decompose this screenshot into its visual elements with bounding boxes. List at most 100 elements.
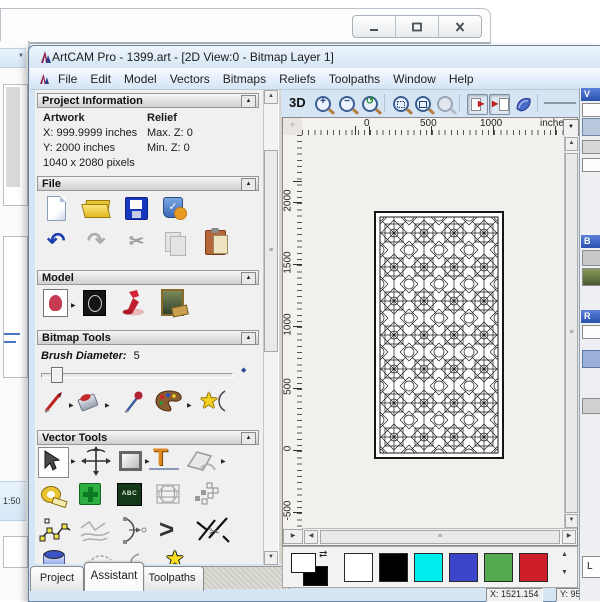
- canvas-scroll-left[interactable]: ◀: [304, 530, 318, 544]
- trim-vectors-icon[interactable]: ✂: [195, 514, 231, 549]
- canvas-scroll-up[interactable]: ▲: [565, 137, 578, 151]
- panel-scroll-down[interactable]: ▼: [264, 551, 278, 565]
- layer-icon[interactable]: [582, 118, 600, 136]
- zoom-selected-icon-disabled[interactable]: [437, 96, 453, 112]
- flyout-arrow-icon[interactable]: ▶: [145, 458, 150, 465]
- star-tool-icon[interactable]: ★: [165, 546, 185, 564]
- palette-icon[interactable]: [155, 390, 183, 412]
- tab-project[interactable]: Project: [30, 566, 84, 591]
- canvas-scroll-down[interactable]: ▼: [565, 514, 578, 528]
- palette-scroll-down-icon[interactable]: ▼: [561, 569, 568, 576]
- section-header-project-information[interactable]: Project Information ▲: [37, 93, 259, 108]
- collapse-icon[interactable]: ▲: [241, 432, 256, 445]
- canvas-hscroll-thumb[interactable]: ≡: [320, 530, 560, 544]
- relief-layer-thumb[interactable]: [582, 350, 600, 368]
- tab-toolpaths[interactable]: Toolpaths: [140, 566, 204, 591]
- swap-colours-icon[interactable]: ⇄: [319, 549, 327, 560]
- save-model-icon[interactable]: [125, 197, 148, 220]
- flood-fill-icon[interactable]: [77, 392, 99, 412]
- fill-vector-icon[interactable]: [43, 550, 65, 564]
- shell-tool-icon[interactable]: [515, 96, 533, 112]
- flyout-arrow-icon[interactable]: ▶: [69, 402, 74, 409]
- flyout-arrow-icon[interactable]: ▶: [187, 402, 192, 409]
- zoom-out-icon[interactable]: −: [339, 96, 355, 112]
- paint-tool-icon[interactable]: [43, 390, 67, 414]
- magic-wand-icon[interactable]: ★: [199, 388, 226, 414]
- transform-vectors-icon[interactable]: [81, 446, 111, 476]
- palette-colour-cyan[interactable]: [414, 553, 443, 582]
- envelope-distort-icon[interactable]: [185, 448, 217, 474]
- panel-scroll-up[interactable]: ▲: [264, 90, 278, 104]
- chevron-tool-icon[interactable]: >: [159, 514, 174, 545]
- flyout-arrow-icon[interactable]: ▶: [105, 402, 110, 409]
- bitmap-layer-thumb[interactable]: [582, 268, 600, 286]
- ruler-origin-button[interactable]: +: [283, 118, 303, 136]
- palette-colour-red[interactable]: [519, 553, 548, 582]
- new-model-icon[interactable]: [47, 196, 66, 221]
- paste-along-curve-icon[interactable]: [193, 482, 219, 506]
- collapse-icon[interactable]: ▲: [241, 332, 256, 345]
- 2d-view-canvas[interactable]: [302, 135, 564, 528]
- options-icon[interactable]: ✓: [163, 197, 187, 220]
- collapse-icon[interactable]: ▲: [241, 95, 256, 108]
- vector-text-block-icon[interactable]: ABC: [117, 483, 142, 506]
- rectangle-tool-icon[interactable]: [119, 451, 142, 471]
- menu-item-vectors[interactable]: Vectors: [168, 71, 212, 87]
- cut-icon[interactable]: ✂: [129, 231, 144, 252]
- toggle-3d-view-button[interactable]: 3D: [289, 95, 306, 110]
- right-panel-button[interactable]: [582, 140, 600, 154]
- menu-item-help[interactable]: Help: [447, 71, 476, 87]
- right-panel-button[interactable]: [582, 103, 600, 117]
- right-panel-button[interactable]: [582, 250, 600, 266]
- section-header-vector-tools[interactable]: Vector Tools ▲: [37, 430, 259, 445]
- text-tool-icon[interactable]: T: [149, 444, 179, 472]
- palette-colour-white[interactable]: [344, 553, 373, 582]
- menu-item-edit[interactable]: Edit: [88, 71, 113, 87]
- minimize-button[interactable]: [353, 16, 396, 37]
- canvas-vscroll-thumb[interactable]: ≡: [565, 153, 578, 513]
- undo-icon[interactable]: ↶: [47, 228, 65, 254]
- close-button[interactable]: [439, 16, 481, 37]
- node-editing-icon[interactable]: [39, 518, 73, 544]
- sketch-lines-icon[interactable]: [79, 518, 111, 544]
- menu-item-bitmaps[interactable]: Bitmaps: [221, 71, 268, 87]
- section-header-file[interactable]: File ▲: [37, 176, 259, 191]
- create-vector-icon[interactable]: [79, 483, 101, 505]
- pan-corner-button[interactable]: ▶: [283, 529, 303, 544]
- palette-scroll-up-icon[interactable]: ▲: [561, 551, 568, 558]
- section-header-bitmap-tools[interactable]: Bitmap Tools ▲: [37, 330, 259, 345]
- flyout-arrow-icon[interactable]: ▶: [71, 458, 76, 465]
- select-vectors-tool[interactable]: [38, 447, 69, 478]
- zoom-previous-icon[interactable]: ↺: [362, 96, 378, 112]
- brush-diameter-slider-thumb[interactable]: [51, 367, 63, 383]
- tab-assistant[interactable]: Assistant: [84, 562, 144, 591]
- zoom-fit-icon[interactable]: [393, 96, 409, 112]
- right-panel-button[interactable]: [582, 158, 600, 172]
- flyout-arrow-icon[interactable]: ▶: [71, 302, 76, 309]
- zoom-objects-icon[interactable]: [415, 96, 431, 112]
- paste-icon[interactable]: [205, 228, 228, 255]
- slider-step-icon[interactable]: ◆: [241, 366, 246, 374]
- right-panel-button[interactable]: [582, 398, 600, 414]
- toggle-panel-button[interactable]: ▶: [467, 94, 488, 115]
- palette-colour-blue[interactable]: [449, 553, 478, 582]
- brush-diameter-slider-track[interactable]: [41, 373, 233, 378]
- layers-button-clipped[interactable]: L: [582, 556, 600, 578]
- collapse-icon[interactable]: ▲: [241, 272, 256, 285]
- canvas-scroll-right[interactable]: ▶: [562, 530, 576, 544]
- greyscale-model-icon[interactable]: [83, 290, 106, 316]
- copy-icon[interactable]: [165, 232, 186, 256]
- toggle-toolbar-button[interactable]: ▶: [489, 94, 510, 115]
- model-editor-icon[interactable]: [43, 289, 68, 317]
- menu-item-file[interactable]: File: [56, 71, 79, 87]
- palette-colour-black[interactable]: [379, 553, 408, 582]
- panel-scroll-thumb[interactable]: ≡: [264, 150, 278, 352]
- distort-grid-icon[interactable]: [155, 483, 181, 505]
- maximize-button[interactable]: [396, 16, 439, 37]
- measure-tool-icon[interactable]: [41, 486, 68, 509]
- collapse-icon[interactable]: ▲: [241, 178, 256, 191]
- menu-item-window[interactable]: Window: [391, 71, 438, 87]
- load-relief-image-icon[interactable]: [161, 289, 189, 318]
- arc-editing-icon[interactable]: [117, 516, 149, 544]
- primary-colour-swatch[interactable]: [291, 553, 316, 573]
